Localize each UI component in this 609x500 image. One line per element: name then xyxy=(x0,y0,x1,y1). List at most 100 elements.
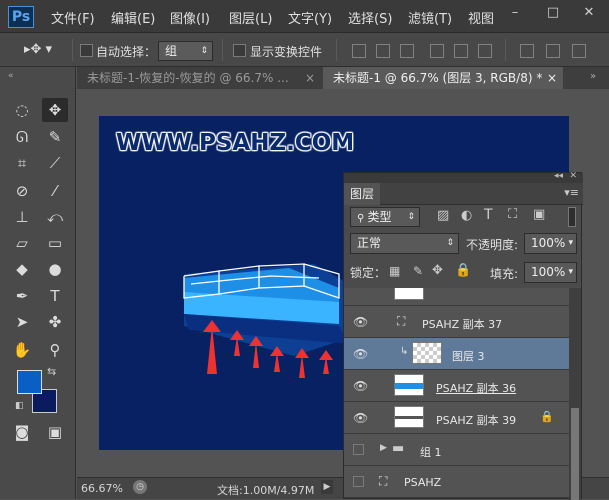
filter-type-icon[interactable]: T xyxy=(484,207,493,223)
distribute-bottom-icon[interactable] xyxy=(572,44,586,58)
menu-type[interactable]: 文字(Y) xyxy=(288,8,332,27)
tab-active-document[interactable]: 未标题-1 @ 66.7% (图层 3, RGB/8) * × xyxy=(323,67,563,89)
screen-mode-icon[interactable]: ▣ xyxy=(42,420,68,444)
visibility-eye-icon[interactable]: 👁 xyxy=(353,379,368,393)
layer-row[interactable]: ⛶ PSAHZ xyxy=(344,466,569,498)
align-right-icon[interactable] xyxy=(478,44,492,58)
layer-row[interactable]: 👁 ⛶ PSAHZ 副本 37 xyxy=(344,306,569,338)
layer-name[interactable]: PSAHZ 副本 39 xyxy=(436,412,516,428)
default-colors-icon[interactable]: ◧ xyxy=(15,401,24,411)
lock-image-icon[interactable]: ✎ xyxy=(413,264,423,278)
foreground-color-swatch[interactable] xyxy=(17,370,42,394)
lock-position-icon[interactable]: ✥ xyxy=(432,263,443,278)
menu-edit[interactable]: 编辑(E) xyxy=(111,8,155,27)
menu-layer[interactable]: 图层(L) xyxy=(229,8,272,27)
auto-select-checkbox[interactable] xyxy=(80,44,93,57)
layer-row[interactable]: 👁 PSAHZ 副本 36 xyxy=(344,370,569,402)
blur-tool-icon[interactable]: ◆ xyxy=(9,257,35,281)
zoom-tool-icon[interactable]: ⚲ xyxy=(42,338,68,362)
status-menu-arrow-icon[interactable]: ▶ xyxy=(321,480,333,494)
show-transform-checkbox[interactable] xyxy=(233,44,246,57)
filter-shape-icon[interactable]: ⛶ xyxy=(508,207,517,222)
layer-name[interactable]: PSAHZ xyxy=(404,476,441,489)
close-window-button[interactable]: ✕ xyxy=(576,4,602,22)
visibility-eye-icon[interactable]: 👁 xyxy=(353,411,368,425)
swap-colors-icon[interactable]: ⇆ xyxy=(47,365,56,378)
panel-menu-icon[interactable]: ▾≡ xyxy=(564,186,579,199)
custom-shape-tool-icon[interactable]: ✤ xyxy=(42,310,68,334)
eraser-tool-icon[interactable]: ▱ xyxy=(9,231,35,255)
divider xyxy=(222,39,223,61)
healing-brush-tool-icon[interactable]: ⊘ xyxy=(9,179,35,203)
layer-row-partial[interactable] xyxy=(344,288,569,306)
align-left-icon[interactable] xyxy=(430,44,444,58)
filter-adjustment-icon[interactable]: ◐ xyxy=(461,208,472,223)
visibility-off-box[interactable] xyxy=(353,476,364,487)
lock-all-icon[interactable]: 🔒 xyxy=(455,263,471,278)
collapse-panel-icon[interactable]: ◂◂ xyxy=(554,171,563,181)
menu-filter[interactable]: 滤镜(T) xyxy=(408,8,452,27)
crop-tool-icon[interactable]: ⌗ xyxy=(9,151,35,175)
opacity-field[interactable]: 100% ▾ xyxy=(524,233,577,254)
hand-tool-icon[interactable]: ✋ xyxy=(9,338,35,362)
dodge-tool-icon[interactable]: ● xyxy=(42,257,68,281)
layers-scrollbar[interactable] xyxy=(569,288,581,500)
move-tool-icon[interactable]: ✥ xyxy=(42,98,68,122)
scrollbar-thumb[interactable] xyxy=(571,408,579,500)
align-top-icon[interactable] xyxy=(352,44,366,58)
more-tabs-icon[interactable]: » xyxy=(590,71,596,82)
close-tab-icon[interactable]: × xyxy=(547,67,557,89)
quick-select-tool-icon[interactable]: ✎ xyxy=(42,125,68,149)
group-row[interactable]: ▶ ▬ 组 1 xyxy=(344,434,569,466)
gradient-tool-icon[interactable]: ▭ xyxy=(42,231,68,255)
layer-name[interactable]: 组 1 xyxy=(420,444,442,460)
layer-row-selected[interactable]: 👁 ↳ 图层 3 xyxy=(344,338,569,370)
quick-mask-icon[interactable]: ◙ xyxy=(9,420,35,444)
path-select-tool-icon[interactable]: ➤ xyxy=(9,310,35,334)
move-tool-preset-icon[interactable]: ▸✥ ▾ xyxy=(24,42,52,57)
distribute-vcenter-icon[interactable] xyxy=(546,44,560,58)
distribute-top-icon[interactable] xyxy=(520,44,534,58)
visibility-off-box[interactable] xyxy=(353,444,364,455)
align-bottom-icon[interactable] xyxy=(400,44,414,58)
layer-row[interactable]: 👁 PSAHZ 副本 39 🔒 xyxy=(344,402,569,434)
close-tab-icon[interactable]: × xyxy=(305,67,315,89)
tab-restored-document[interactable]: 未标题-1-恢复的-恢复的 @ 66.7% ... × xyxy=(77,67,321,89)
menu-file[interactable]: 文件(F) xyxy=(51,8,95,27)
blend-mode-dropdown[interactable]: 正常 ⇕ xyxy=(350,233,459,254)
menu-select[interactable]: 选择(S) xyxy=(348,8,392,27)
lock-transparent-icon[interactable]: ▦ xyxy=(389,264,400,278)
menu-image[interactable]: 图像(I) xyxy=(170,8,210,27)
auto-select-dropdown[interactable]: 组 ⇕ xyxy=(158,41,213,61)
layers-tab[interactable]: 图层 xyxy=(344,183,380,205)
collapse-arrows-icon[interactable]: « xyxy=(8,71,14,81)
close-panel-icon[interactable]: ✕ xyxy=(569,171,577,181)
align-hcenter-icon[interactable] xyxy=(454,44,468,58)
menu-view[interactable]: 视图 xyxy=(468,8,494,27)
divider xyxy=(505,39,506,61)
minimize-button[interactable]: – xyxy=(502,4,528,22)
align-vcenter-icon[interactable] xyxy=(376,44,390,58)
maximize-button[interactable]: □ xyxy=(540,4,566,22)
marquee-tool-icon[interactable]: ◌ xyxy=(9,98,35,122)
layer-name[interactable]: 图层 3 xyxy=(452,348,485,364)
zoom-level[interactable]: 66.67% xyxy=(81,482,123,495)
filter-pixel-icon[interactable]: ▨ xyxy=(437,208,449,223)
eyedropper-tool-icon[interactable]: ⟋ xyxy=(42,151,68,175)
pen-tool-icon[interactable]: ✒ xyxy=(9,284,35,308)
history-brush-tool-icon[interactable]: ⤺ xyxy=(42,205,68,229)
filter-type-dropdown[interactable]: ⚲ 类型 ⇕ xyxy=(350,207,420,227)
type-tool-icon[interactable]: T xyxy=(42,284,68,308)
fill-field[interactable]: 100% ▾ xyxy=(524,262,577,283)
filter-smart-object-icon[interactable]: ▣ xyxy=(533,207,545,222)
layer-name[interactable]: PSAHZ 副本 36 xyxy=(436,380,516,396)
lasso-tool-icon[interactable]: ᘏ xyxy=(9,125,35,149)
clone-stamp-tool-icon[interactable]: ⊥ xyxy=(9,205,35,229)
filter-toggle[interactable] xyxy=(568,207,576,227)
visibility-eye-icon[interactable]: 👁 xyxy=(353,347,368,361)
status-info-icon[interactable]: ◷ xyxy=(133,480,147,494)
layer-name[interactable]: PSAHZ 副本 37 xyxy=(422,316,502,332)
visibility-eye-icon[interactable]: 👁 xyxy=(353,315,368,329)
expand-arrow-icon[interactable]: ▶ xyxy=(380,443,387,453)
brush-tool-icon[interactable]: ⁄ xyxy=(42,179,68,203)
